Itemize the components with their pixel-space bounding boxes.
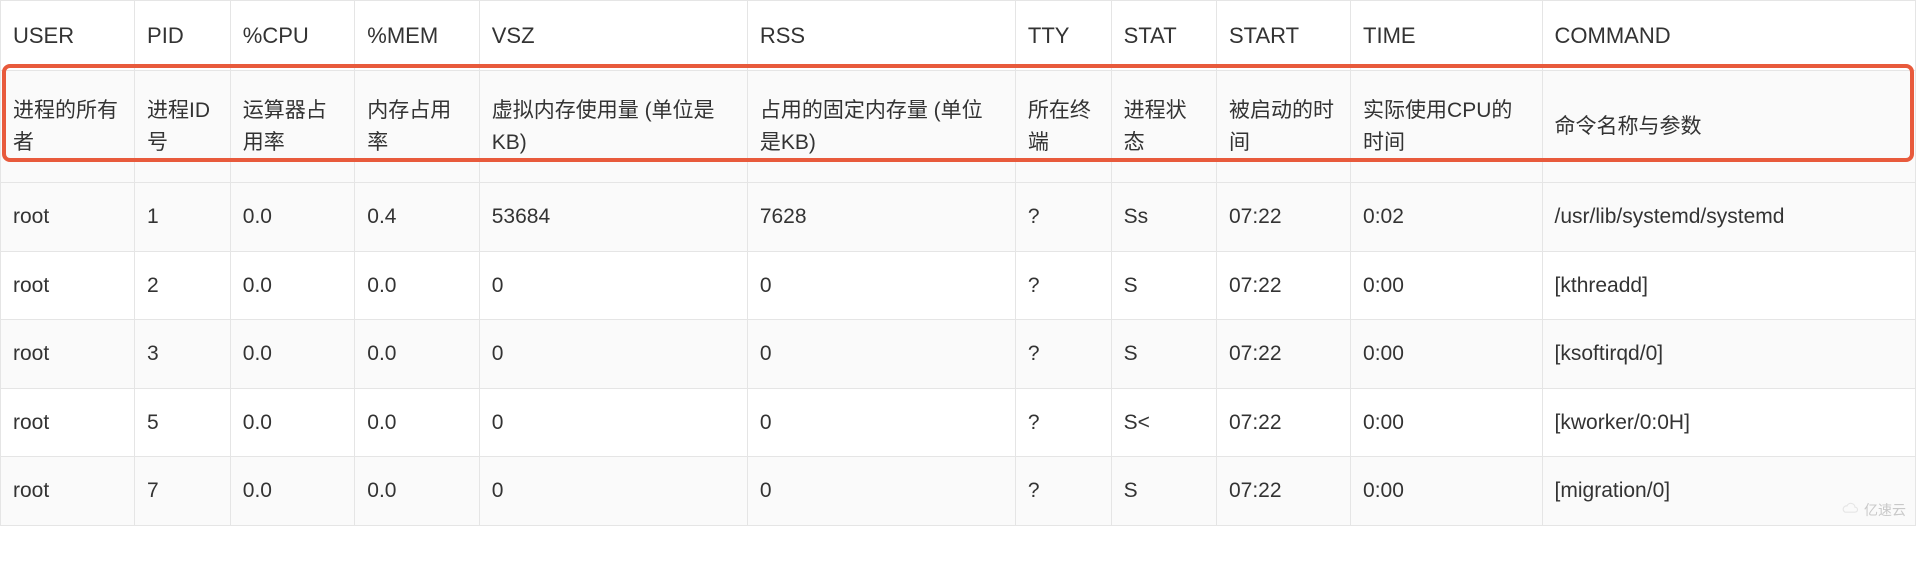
cell-start: 07:22: [1216, 251, 1350, 320]
col-desc-vsz: 虚拟内存使用量 (单位是KB): [479, 71, 747, 183]
table-row: root 3 0.0 0.0 0 0 ? S 07:22 0:00 [ksoft…: [1, 320, 1916, 389]
process-table-wrapper: USER PID %CPU %MEM VSZ RSS TTY STAT STAR…: [0, 0, 1916, 526]
process-table: USER PID %CPU %MEM VSZ RSS TTY STAT STAR…: [0, 0, 1916, 526]
cell-user: root: [1, 457, 135, 526]
cell-cpu: 0.0: [230, 251, 354, 320]
col-desc-user: 进程的所有者: [1, 71, 135, 183]
col-header-vsz: VSZ: [479, 1, 747, 71]
cell-cpu: 0.0: [230, 183, 354, 252]
cell-mem: 0.0: [355, 251, 479, 320]
col-header-rss: RSS: [747, 1, 1015, 71]
col-desc-rss: 占用的固定内存量 (单位是KB): [747, 71, 1015, 183]
col-header-user: USER: [1, 1, 135, 71]
cell-command: [migration/0]: [1542, 457, 1915, 526]
cell-mem: 0.0: [355, 457, 479, 526]
cell-user: root: [1, 183, 135, 252]
cell-user: root: [1, 388, 135, 457]
cell-pid: 2: [135, 251, 231, 320]
cell-stat: Ss: [1111, 183, 1216, 252]
cell-cpu: 0.0: [230, 388, 354, 457]
cell-time: 0:00: [1351, 251, 1543, 320]
cell-mem: 0.4: [355, 183, 479, 252]
col-header-time: TIME: [1351, 1, 1543, 71]
cell-pid: 3: [135, 320, 231, 389]
cell-rss: 0: [747, 457, 1015, 526]
col-desc-mem: 内存占用率: [355, 71, 479, 183]
cell-vsz: 0: [479, 251, 747, 320]
table-header-row: USER PID %CPU %MEM VSZ RSS TTY STAT STAR…: [1, 1, 1916, 71]
cell-stat: S: [1111, 320, 1216, 389]
table-row: root 1 0.0 0.4 53684 7628 ? Ss 07:22 0:0…: [1, 183, 1916, 252]
col-header-mem: %MEM: [355, 1, 479, 71]
cell-time: 0:00: [1351, 457, 1543, 526]
cell-mem: 0.0: [355, 388, 479, 457]
cell-start: 07:22: [1216, 183, 1350, 252]
col-desc-pid: 进程ID号: [135, 71, 231, 183]
cell-rss: 7628: [747, 183, 1015, 252]
col-header-command: COMMAND: [1542, 1, 1915, 71]
cell-command: [kthreadd]: [1542, 251, 1915, 320]
cell-tty: ?: [1015, 183, 1111, 252]
col-desc-cpu: 运算器占用率: [230, 71, 354, 183]
col-header-cpu: %CPU: [230, 1, 354, 71]
cell-cpu: 0.0: [230, 457, 354, 526]
col-desc-start: 被启动的时间: [1216, 71, 1350, 183]
cell-time: 0:02: [1351, 183, 1543, 252]
col-header-start: START: [1216, 1, 1350, 71]
cell-user: root: [1, 320, 135, 389]
cell-pid: 1: [135, 183, 231, 252]
cell-vsz: 0: [479, 457, 747, 526]
cell-rss: 0: [747, 320, 1015, 389]
cell-stat: S: [1111, 251, 1216, 320]
table-description-row: 进程的所有者 进程ID号 运算器占用率 内存占用率 虚拟内存使用量 (单位是KB…: [1, 71, 1916, 183]
cell-command: [kworker/0:0H]: [1542, 388, 1915, 457]
col-header-pid: PID: [135, 1, 231, 71]
cell-tty: ?: [1015, 251, 1111, 320]
col-header-tty: TTY: [1015, 1, 1111, 71]
cell-rss: 0: [747, 251, 1015, 320]
cell-tty: ?: [1015, 388, 1111, 457]
cell-stat: S: [1111, 457, 1216, 526]
table-row: root 5 0.0 0.0 0 0 ? S< 07:22 0:00 [kwor…: [1, 388, 1916, 457]
cell-command: /usr/lib/systemd/systemd: [1542, 183, 1915, 252]
cell-pid: 7: [135, 457, 231, 526]
cell-tty: ?: [1015, 320, 1111, 389]
cell-pid: 5: [135, 388, 231, 457]
cell-user: root: [1, 251, 135, 320]
cell-start: 07:22: [1216, 388, 1350, 457]
col-desc-command: 命令名称与参数: [1542, 71, 1915, 183]
cell-mem: 0.0: [355, 320, 479, 389]
cell-stat: S<: [1111, 388, 1216, 457]
cell-rss: 0: [747, 388, 1015, 457]
cell-time: 0:00: [1351, 388, 1543, 457]
cell-vsz: 53684: [479, 183, 747, 252]
cell-start: 07:22: [1216, 320, 1350, 389]
cell-tty: ?: [1015, 457, 1111, 526]
col-header-stat: STAT: [1111, 1, 1216, 71]
col-desc-tty: 所在终端: [1015, 71, 1111, 183]
col-desc-time: 实际使用CPU的时间: [1351, 71, 1543, 183]
table-row: root 7 0.0 0.0 0 0 ? S 07:22 0:00 [migra…: [1, 457, 1916, 526]
cell-command: [ksoftirqd/0]: [1542, 320, 1915, 389]
cell-vsz: 0: [479, 388, 747, 457]
table-row: root 2 0.0 0.0 0 0 ? S 07:22 0:00 [kthre…: [1, 251, 1916, 320]
col-desc-stat: 进程状态: [1111, 71, 1216, 183]
cell-time: 0:00: [1351, 320, 1543, 389]
cell-vsz: 0: [479, 320, 747, 389]
cell-start: 07:22: [1216, 457, 1350, 526]
cell-cpu: 0.0: [230, 320, 354, 389]
